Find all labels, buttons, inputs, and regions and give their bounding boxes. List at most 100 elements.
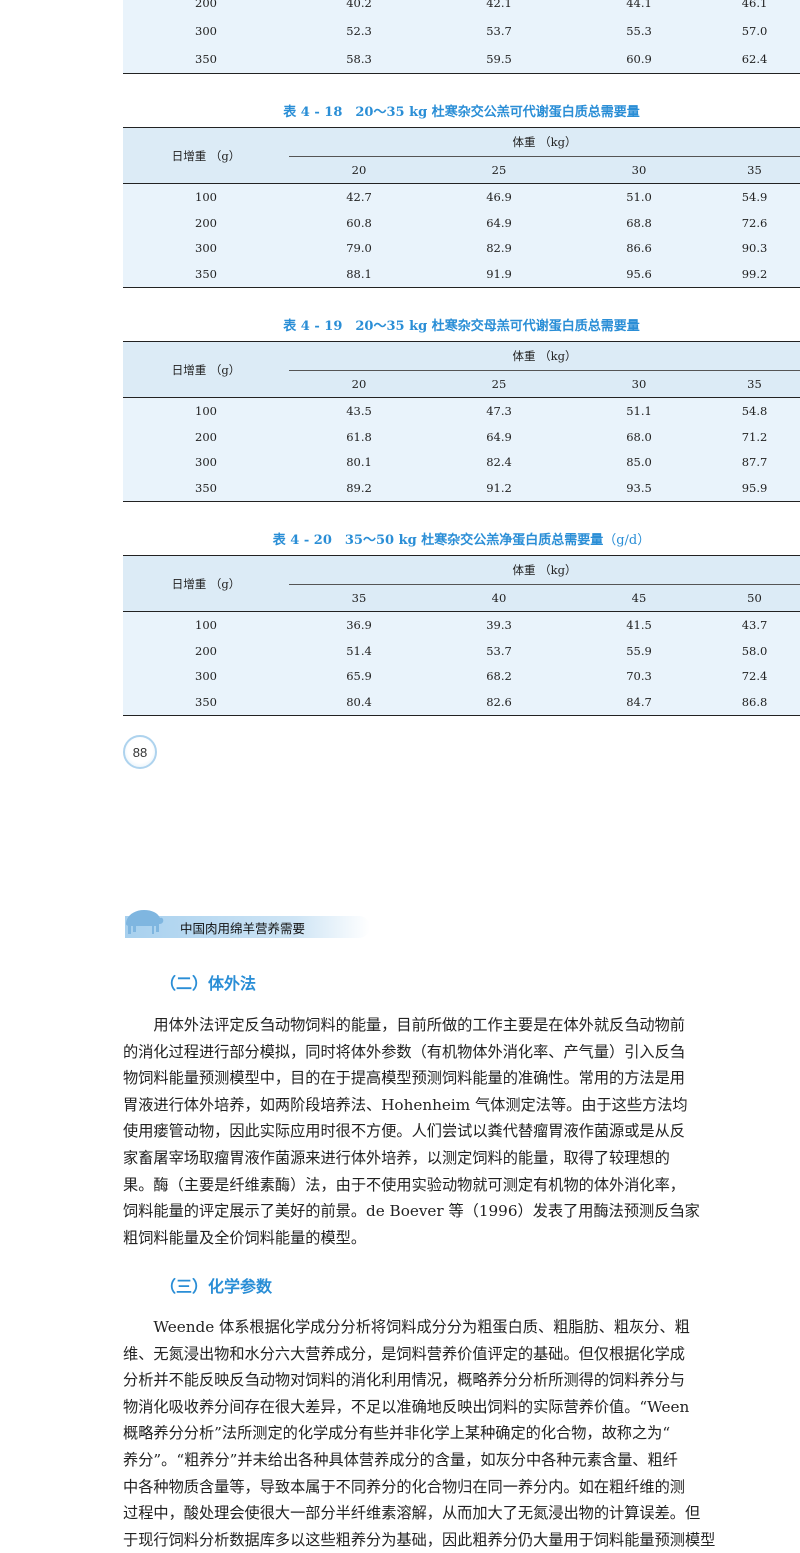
table-row: 300 80.1 82.4 85.0 87.7	[123, 449, 800, 476]
column-header: 35	[709, 370, 800, 398]
table-cell: 200	[123, 209, 289, 236]
text-line: 果。酶（主要是纤维素酶）法，由于不使用实验动物就可测定有机物的体外消化率，	[123, 1175, 685, 1194]
table-cell: 65.9	[289, 663, 429, 690]
column-header: 30	[569, 156, 709, 184]
section-heading-in-vitro: （二）体外法	[160, 976, 257, 993]
table-row: 350 80.4 82.6 84.7 86.8	[123, 689, 800, 717]
row-header: 日增重 （g）	[123, 127, 289, 184]
table-cell: 43.5	[289, 397, 429, 424]
table-cell: 82.4	[429, 449, 569, 476]
table-row: 350 89.2 91.2 93.5 95.9	[123, 475, 800, 503]
table-cell: 100	[123, 183, 289, 210]
table-cell: 54.8	[709, 397, 800, 424]
table-cell: 68.2	[429, 663, 569, 690]
table-cell: 93.5	[569, 475, 709, 503]
table-cell: 100	[123, 611, 289, 638]
table-row: 300 65.9 68.2 70.3 72.4	[123, 663, 800, 690]
table-cell: 44.1	[569, 0, 709, 17]
table-4-20: 日增重 （g） 体重 （kg） 35 40 45 50 100 36.9 39.3 4…	[123, 555, 800, 717]
table-fragment-top: 200 40.2 42.1 44.1 46.1 300 52.3 53.7 55.3 57.0 35…	[123, 0, 800, 74]
sheep-icon	[126, 910, 164, 934]
text-line: 于现行饲料分析数据库多以这些粗养分为基础，因此粗养分仍大量用于饲料能量预测模型	[123, 1530, 716, 1549]
table-cell: 42.1	[429, 0, 569, 17]
text-line: 胃液进行体外培养，如两阶段培养法、Hohenheim 气体测定法等。由于这些方法…	[123, 1095, 688, 1114]
column-header: 25	[429, 370, 569, 398]
table-cell: 72.4	[709, 663, 800, 690]
table-4-20-title-text: 表 4 - 20 35～50 kg 杜寒杂交公羔净蛋白质总需要量	[272, 533, 604, 548]
table-cell: 200	[123, 423, 289, 450]
table-cell: 88.1	[289, 261, 429, 289]
table-cell: 51.4	[289, 637, 429, 664]
column-header: 40	[429, 584, 569, 612]
column-header: 20	[289, 156, 429, 184]
text-line: 饲料能量的评定展示了美好的前景。de Boever 等（1996）发表了用酶法预…	[123, 1202, 700, 1221]
text-line: 用体外法评定反刍动物饲料的能量，目前所做的工作主要是在体外就反刍动物前	[123, 1016, 685, 1034]
table-cell: 87.7	[709, 449, 800, 476]
table-cell: 84.7	[569, 689, 709, 717]
table-cell: 61.8	[289, 423, 429, 450]
column-header: 20	[289, 370, 429, 398]
column-group-header: 体重 （kg）	[289, 127, 800, 157]
table-cell: 43.7	[709, 611, 800, 638]
column-header: 30	[569, 370, 709, 398]
table-cell: 350	[123, 261, 289, 289]
text-line: 的消化过程进行部分模拟，同时将体外参数（有机物体外消化率、产气量）引入反刍	[123, 1042, 685, 1061]
table-cell: 300	[123, 449, 289, 476]
table-cell: 62.4	[709, 45, 800, 74]
table-cell: 40.2	[289, 0, 429, 17]
table-cell: 86.6	[569, 235, 709, 262]
table-cell: 53.7	[429, 17, 569, 45]
table-cell: 55.9	[569, 637, 709, 664]
table-4-20-title: 表 4 - 20 35～50 kg 杜寒杂交公羔净蛋白质总需要量（g/d）	[123, 529, 800, 548]
table-cell: 85.0	[569, 449, 709, 476]
column-group-header: 体重 （kg）	[289, 341, 800, 371]
table-cell: 39.3	[429, 611, 569, 638]
table-cell: 350	[123, 475, 289, 503]
table-cell: 91.2	[429, 475, 569, 503]
table-cell: 71.2	[709, 423, 800, 450]
table-cell: 46.9	[429, 183, 569, 210]
table-cell: 200	[123, 0, 289, 17]
table-cell: 200	[123, 637, 289, 664]
column-header: 45	[569, 584, 709, 612]
table-cell: 91.9	[429, 261, 569, 289]
text-line: 使用瘘管动物，因此实际应用时很不方便。人们尝试以粪代替瘤胃液作菌源或是从反	[123, 1122, 685, 1141]
table-cell: 64.9	[429, 423, 569, 450]
table-cell: 51.0	[569, 183, 709, 210]
table-cell: 99.2	[709, 261, 800, 289]
table-cell: 46.1	[709, 0, 800, 17]
table-4-19-title: 表 4 - 19 20～35 kg 杜寒杂交母羔可代谢蛋白质总需要量	[283, 319, 640, 334]
text-line: 概略养分分析”法所测定的化学成分有些并非化学上某种确定的化合物，故称之为“	[123, 1424, 671, 1443]
table-row: 350 58.3 59.5 60.9 62.4	[123, 45, 800, 74]
table-cell: 70.3	[569, 663, 709, 690]
table-row: 200 61.8 64.9 68.0 71.2	[123, 423, 800, 450]
table-4-19: 日增重 （g） 体重 （kg） 20 25 30 35 100 43.5 47.3 5…	[123, 341, 800, 503]
table-cell: 100	[123, 397, 289, 424]
column-header: 50	[709, 584, 800, 612]
table-row: 300 52.3 53.7 55.3 57.0	[123, 17, 800, 45]
table-cell: 72.6	[709, 209, 800, 236]
table-4-20-title-unit: （g/d）	[603, 533, 651, 548]
table-cell: 82.6	[429, 689, 569, 717]
table-cell: 47.3	[429, 397, 569, 424]
table-cell: 86.8	[709, 689, 800, 717]
table-cell: 79.0	[289, 235, 429, 262]
table-cell: 53.7	[429, 637, 569, 664]
table-cell: 350	[123, 45, 289, 74]
table-cell: 350	[123, 689, 289, 717]
table-cell: 57.0	[709, 17, 800, 45]
paragraph-in-vitro: 用体外法评定反刍动物饲料的能量，目前所做的工作主要是在体外就反刍动物前 的消化过…	[123, 1012, 800, 1251]
table-cell: 82.9	[429, 235, 569, 262]
table-cell: 300	[123, 235, 289, 262]
table-cell: 95.9	[709, 475, 800, 503]
text-line: 粗饲料能量及全价饲料能量的模型。	[123, 1228, 366, 1247]
table-cell: 95.6	[569, 261, 709, 289]
table-cell: 90.3	[709, 235, 800, 262]
table-cell: 58.0	[709, 637, 800, 664]
table-cell: 300	[123, 17, 289, 45]
table-row: 300 79.0 82.9 86.6 90.3	[123, 235, 800, 262]
text-line: 物消化吸收养分间存在很大差异，不足以准确地反映出饲料的实际营养价值。“Ween	[123, 1397, 690, 1416]
text-line: 中各种物质含量等，导致本属于不同养分的化合物归在同一养分内。如在粗纤维的测	[123, 1477, 685, 1496]
table-cell: 64.9	[429, 209, 569, 236]
table-cell: 89.2	[289, 475, 429, 503]
